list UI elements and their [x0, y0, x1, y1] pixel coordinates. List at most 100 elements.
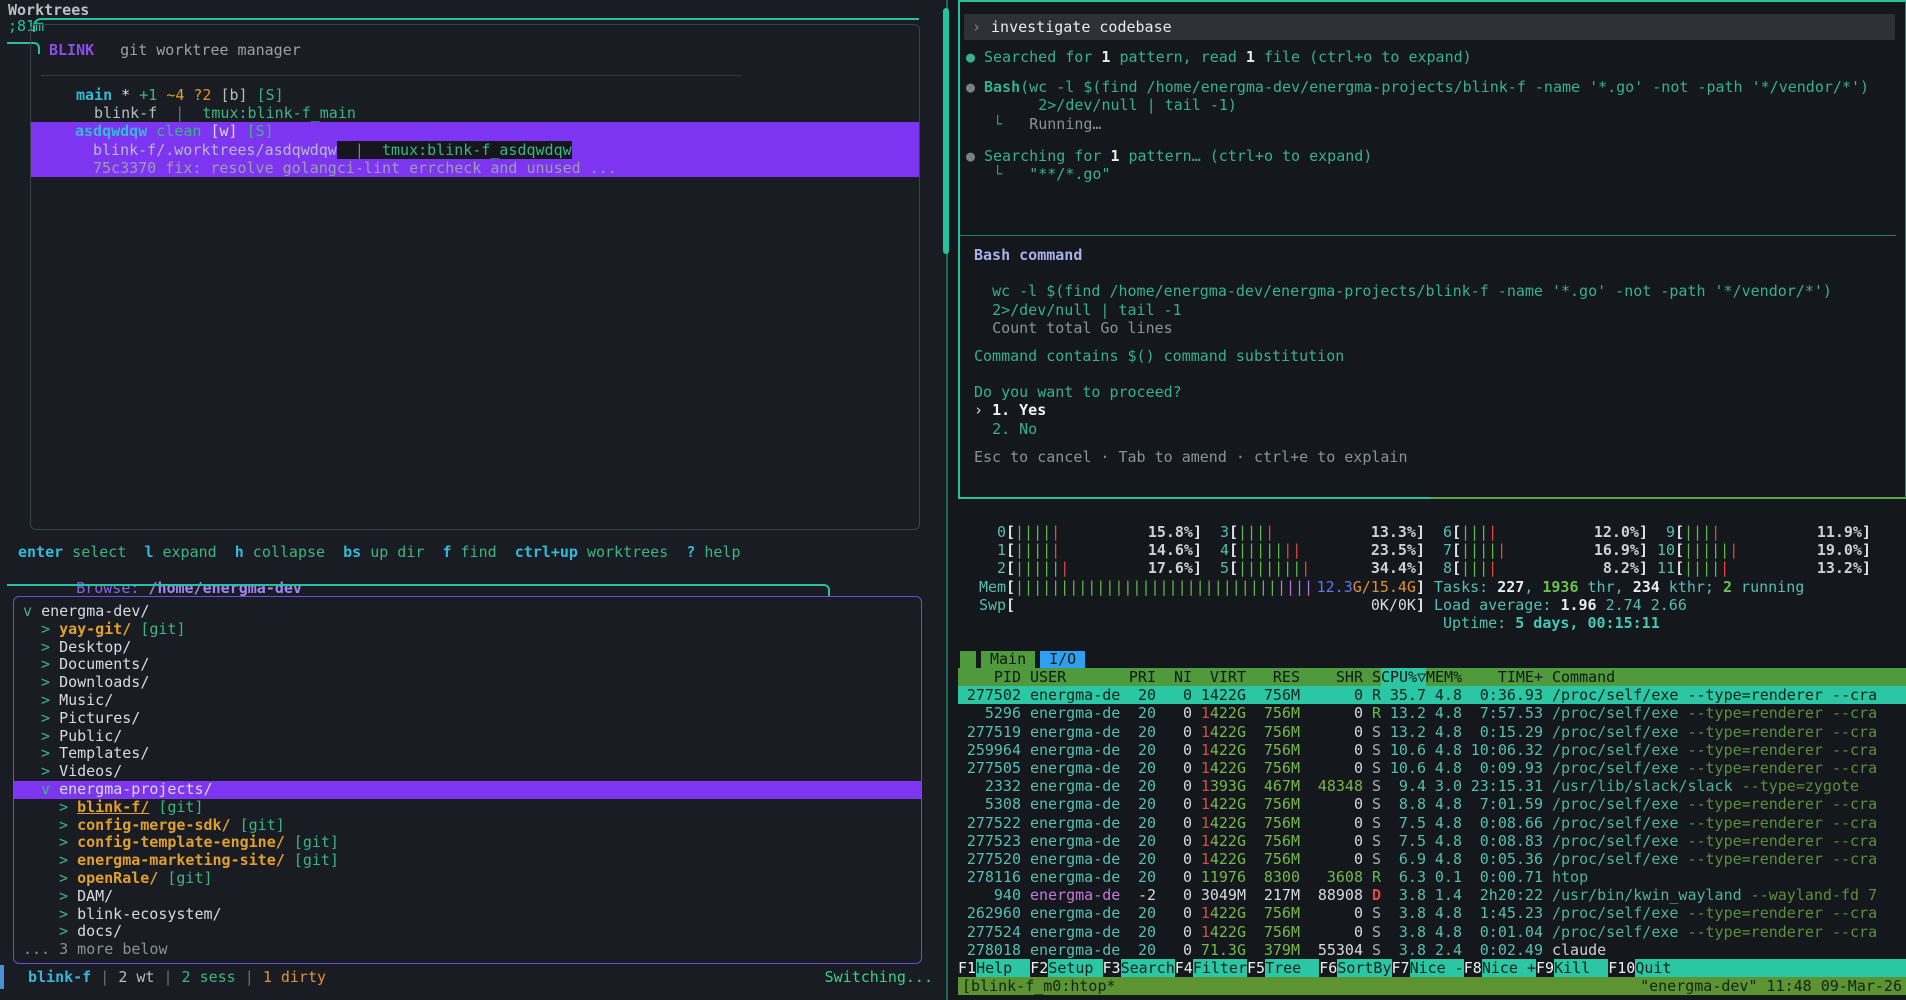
fkey-label-setup[interactable]: Setup [1048, 959, 1102, 977]
dialog-line[interactable]: 2. No [974, 420, 1905, 438]
column-header-pid[interactable]: PID [958, 668, 1021, 686]
column-header-mem[interactable]: MEM% [1426, 668, 1462, 686]
cell-command: /proc/self/exe --type=renderer --cra [1543, 704, 1906, 722]
worktree-row[interactable]: asdqwdqw clean [w] [S] [30, 122, 920, 140]
process-row[interactable]: 277520energma-de2001422G756M0S6.94.80:05… [958, 850, 1906, 868]
tree-item[interactable]: > energma-marketing-site/ [git] [14, 852, 921, 870]
fkey-label-filter[interactable]: Filter [1193, 959, 1247, 977]
pane-divider-thumb[interactable] [943, 8, 949, 254]
process-row[interactable]: 5296energma-de2001422G756M0R13.24.87:57.… [958, 704, 1906, 722]
prompt-input[interactable]: › investigate codebase [964, 14, 1895, 40]
process-row[interactable]: 277502energma-de2001422G756M0R35.74.80:3… [958, 686, 1906, 704]
process-row[interactable]: 277522energma-de2001422G756M0S7.54.80:08… [958, 814, 1906, 832]
worktree-row[interactable]: 75c3370 fix: resolve golangci-lint errch… [30, 159, 920, 177]
process-row[interactable]: 277505energma-de2001422G756M0S10.64.80:0… [958, 759, 1906, 777]
tree-item[interactable]: > DAM/ [14, 888, 921, 906]
fkey-label-sortby[interactable]: SortBy [1337, 959, 1391, 977]
meter-bracket: [ [1006, 541, 1015, 559]
tree-item[interactable]: > yay-git/ [git] [14, 621, 921, 639]
fkey-f3[interactable]: F3 [1103, 959, 1121, 977]
process-row[interactable]: 940energma-de-203049M217M88908D3.81.42h2… [958, 886, 1906, 904]
chevron-collapsed-icon: > [59, 905, 77, 923]
worktree-row[interactable]: blink-f/.worktrees/asdqwdqw | tmux:blink… [30, 141, 920, 159]
fkey-f1[interactable]: F1 [958, 959, 976, 977]
process-row[interactable]: 278116energma-de2001197683003608R6.30.10… [958, 868, 1906, 886]
git-badge: [git] [131, 620, 185, 638]
tree-item[interactable]: > Public/ [14, 728, 921, 746]
cell-pid: 5296 [958, 704, 1021, 722]
worktree-row[interactable]: main * +1 ~4 ?2 [b] [S] [31, 86, 919, 104]
tree-item[interactable]: > Documents/ [14, 656, 921, 674]
cell-virt: 3049M [1192, 886, 1246, 904]
cpu-meter-percent: 8.2% [1603, 559, 1639, 577]
tab-main[interactable]: Main [981, 651, 1035, 668]
tree-item[interactable]: > config-template-engine/ [git] [14, 834, 921, 852]
fkey-label-quit[interactable]: Quit [1635, 959, 1671, 977]
dialog-line[interactable]: › 1. Yes [974, 401, 1905, 419]
tab-io[interactable]: I/O [1040, 651, 1085, 668]
fkey-label-help[interactable]: Help [976, 959, 1030, 977]
tree-item[interactable]: v energma-dev/ [14, 603, 921, 621]
fkey-label-kill[interactable]: Kill [1554, 959, 1608, 977]
fkey-label-nice[interactable]: Nice - [1410, 959, 1464, 977]
column-header-res[interactable]: RES [1246, 668, 1300, 686]
column-header-pri[interactable]: PRI [1120, 668, 1156, 686]
process-row[interactable]: 277524energma-de2001422G756M0S3.84.80:01… [958, 923, 1906, 941]
process-row[interactable]: 278018energma-de20071.3G379M55304S3.82.4… [958, 941, 1906, 959]
tree-item[interactable]: > Videos/ [14, 763, 921, 781]
cell-user: energma-de [1030, 759, 1120, 777]
tree-item[interactable]: > Downloads/ [14, 674, 921, 692]
process-row[interactable]: 277523energma-de2001422G756M0S7.54.80:08… [958, 832, 1906, 850]
column-header-user[interactable]: USER [1030, 668, 1120, 686]
fkey-f4[interactable]: F4 [1175, 959, 1193, 977]
tree-item[interactable]: > blink-f/ [git] [14, 799, 921, 817]
tree-item[interactable]: > Pictures/ [14, 710, 921, 728]
dialog-body: wc -l $(find /home/energma-dev/energma-p… [974, 282, 1905, 466]
fkey-f10[interactable]: F10 [1608, 959, 1635, 977]
process-row[interactable]: 2332energma-de2001393G467M48348S9.43.023… [958, 777, 1906, 795]
process-table-header[interactable]: PID USERPRINIVIRTRESSHRSCPU%▽MEM%TIME+Com… [958, 668, 1906, 686]
tree-item[interactable]: > blink-ecosystem/ [14, 906, 921, 924]
column-header-time[interactable]: TIME+ [1462, 668, 1543, 686]
column-header-ni[interactable]: NI [1156, 668, 1192, 686]
fkey-f2[interactable]: F2 [1030, 959, 1048, 977]
fkey-f6[interactable]: F6 [1319, 959, 1337, 977]
fkey-label-search[interactable]: Search [1121, 959, 1175, 977]
tree-item[interactable]: > openRale/ [git] [14, 870, 921, 888]
tree-item[interactable]: > docs/ [14, 923, 921, 941]
column-header-s[interactable]: S [1363, 668, 1381, 686]
process-row[interactable]: 262960energma-de2001422G756M0S3.84.81:45… [958, 904, 1906, 922]
fkey-f9[interactable]: F9 [1536, 959, 1554, 977]
chevron-collapsed-icon: > [59, 816, 77, 834]
column-header-virt[interactable]: VIRT [1192, 668, 1246, 686]
cell-time: 23:15.31 [1462, 777, 1543, 795]
cpu-meter-label: 4 [1202, 541, 1229, 559]
cpu-meter: 9[||||11.9%] [1648, 523, 1871, 541]
process-row[interactable]: 277519energma-de2001422G756M0S13.24.80:1… [958, 723, 1906, 741]
worktree-row[interactable]: blink-f | tmux:blink-f_main [31, 104, 919, 122]
cell-ni: 0 [1156, 795, 1192, 813]
meter-bracket: [ [1229, 523, 1238, 541]
process-row[interactable]: 259964energma-de2001422G756M0S10.64.810:… [958, 741, 1906, 759]
fkey-f7[interactable]: F7 [1392, 959, 1410, 977]
tree-item[interactable]: > Templates/ [14, 745, 921, 763]
fkey-f5[interactable]: F5 [1247, 959, 1265, 977]
column-header-shr[interactable]: SHR [1300, 668, 1363, 686]
column-header-command[interactable]: Command [1543, 668, 1906, 686]
cell-state: R [1363, 868, 1381, 886]
meter-value: 12.3 [1317, 578, 1353, 596]
tree-item[interactable]: > config-merge-sdk/ [git] [14, 817, 921, 835]
cell-ni: 0 [1156, 759, 1192, 777]
tree-item[interactable]: > Desktop/ [14, 639, 921, 657]
cell-res: 756M [1246, 923, 1300, 941]
cell-res: 756M [1246, 723, 1300, 741]
fkey-label-tree[interactable]: Tree [1265, 959, 1319, 977]
tmux-session-window[interactable]: [blink-f_m0:htop* [962, 977, 1116, 995]
tree-item[interactable]: v energma-projects/ [14, 781, 921, 799]
cell-pid: 277505 [958, 759, 1021, 777]
fkey-f8[interactable]: F8 [1464, 959, 1482, 977]
process-row[interactable]: 5308energma-de2001422G756M0S8.84.87:01.5… [958, 795, 1906, 813]
tree-item[interactable]: > Music/ [14, 692, 921, 710]
fkey-label-nice[interactable]: Nice + [1482, 959, 1536, 977]
column-header-cpu[interactable]: CPU%▽ [1381, 668, 1426, 686]
